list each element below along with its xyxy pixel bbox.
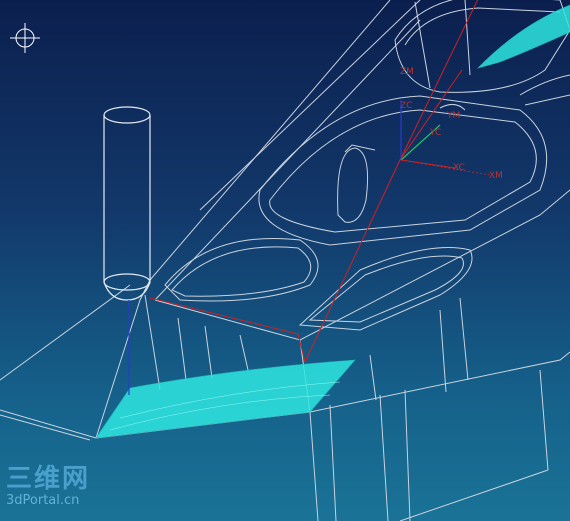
axis-label-ym: YM xyxy=(446,111,460,121)
end-mill-tool xyxy=(103,106,151,395)
axis-label-zm: ZM xyxy=(400,67,414,77)
axis-label-xm: XM xyxy=(489,171,503,181)
watermark: 三维网 3dPortal.cn xyxy=(6,466,90,507)
cad-scene: ZM ZC YM YC XC XM xyxy=(0,0,570,521)
axis-label-yc: YC xyxy=(429,128,441,138)
watermark-chinese: 三维网 xyxy=(6,464,91,494)
non-cutting-moves xyxy=(149,0,479,363)
axis-label-xc: XC xyxy=(453,163,465,173)
graphics-viewport[interactable]: ZM ZC YM YC XC XM 三维网 3dPortal.cn xyxy=(0,0,570,521)
axis-label-zc: ZC xyxy=(400,101,412,111)
coordinate-axes: ZM ZC YM YC XC XM xyxy=(400,67,503,181)
part-wireframe xyxy=(0,0,570,521)
watermark-url: 3dPortal.cn xyxy=(6,493,80,508)
crosshair-icon xyxy=(10,23,40,53)
toolpath-region-upper xyxy=(477,4,570,69)
toolpath-region-lower xyxy=(95,359,356,439)
